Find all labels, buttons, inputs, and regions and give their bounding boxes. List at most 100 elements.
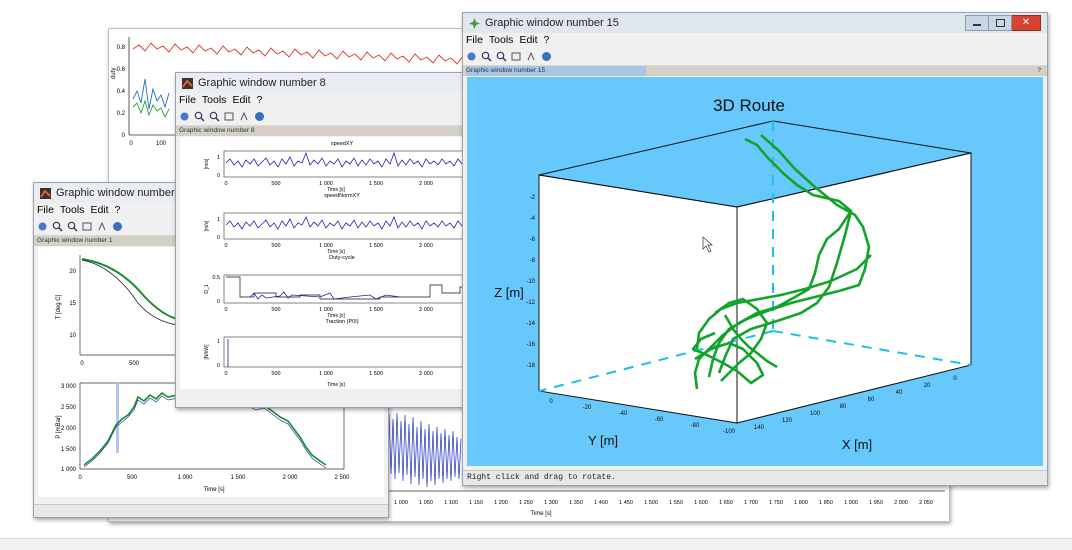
pressure-ylabel: P [mBar] xyxy=(56,415,62,439)
menu-help[interactable]: ? xyxy=(115,204,121,216)
zoom-out-icon[interactable] xyxy=(496,51,507,62)
menu-edit[interactable]: Edit xyxy=(519,34,537,46)
help-icon[interactable] xyxy=(541,51,552,62)
datatip-icon[interactable] xyxy=(511,51,522,62)
bottom-xtick: 1 650 xyxy=(719,500,733,506)
duty-ytick: 0.2 xyxy=(117,111,126,117)
window8-titlebar[interactable]: Graphic window number 8 xyxy=(176,73,476,93)
xtick: 500 xyxy=(271,307,280,313)
route-3d-chart: 3D Route Z [m] Y [m] X [m] -2 -4 -6 -8 -… xyxy=(494,96,972,452)
bottom-xtick: 1 850 xyxy=(819,500,833,506)
graphic-window-8[interactable]: Graphic window number 8 File Tools Edit … xyxy=(175,72,477,408)
bottom-xtick: 1 450 xyxy=(619,500,633,506)
temp-green-series xyxy=(81,258,179,320)
zoom-in-icon[interactable] xyxy=(194,111,205,122)
menu-edit[interactable]: Edit xyxy=(232,94,250,106)
window15-titlebar[interactable]: Graphic window number 15 ✕ xyxy=(463,13,1047,33)
window15-menubar: File Tools Edit ? xyxy=(463,33,1047,47)
data-cursor[interactable] xyxy=(116,383,119,453)
speednorm-ytick: 1 xyxy=(217,217,220,223)
editor-icon[interactable] xyxy=(97,221,108,232)
xtick: 1 500 xyxy=(369,243,383,249)
window15-title: Graphic window number 15 xyxy=(485,17,619,29)
z-tick: -4 xyxy=(530,216,536,222)
menu-help[interactable]: ? xyxy=(544,34,550,46)
menu-file[interactable]: File xyxy=(466,34,483,46)
duty-cycle-title: Duty-cycle xyxy=(329,255,355,261)
duty-cycle-ytick: 0.5 xyxy=(212,275,220,281)
bottom-xtick: 1 900 xyxy=(844,500,858,506)
temp-xtick: 500 xyxy=(129,361,140,367)
bottom-xtick: 1 000 xyxy=(394,500,408,506)
zoom-in-icon[interactable] xyxy=(481,51,492,62)
window8-infobar: Graphic window number 8 xyxy=(176,126,476,136)
x-tick: 40 xyxy=(896,390,903,396)
menu-tools[interactable]: Tools xyxy=(489,34,514,46)
info-help[interactable]: ? xyxy=(1037,66,1041,76)
y-tick: -20 xyxy=(583,405,592,411)
temperature-plot: 20 15 10 0 500 T [deg C] xyxy=(56,255,179,367)
bottom-xtick: 1 150 xyxy=(469,500,483,506)
editor-icon[interactable] xyxy=(239,111,250,122)
rotate-icon[interactable] xyxy=(37,221,48,232)
duty-ytick: 0.8 xyxy=(117,45,126,51)
z-tick: -10 xyxy=(526,279,535,285)
close-button[interactable]: ✕ xyxy=(1012,15,1041,31)
duty-xtick: 0 xyxy=(129,141,133,147)
rotate-icon[interactable] xyxy=(466,51,477,62)
editor-icon[interactable] xyxy=(526,51,537,62)
pressure-ytick: 1 000 xyxy=(61,467,77,473)
z-tick: -18 xyxy=(526,363,535,369)
xtick: 1 500 xyxy=(369,181,383,187)
z-tick: -12 xyxy=(526,300,535,306)
pressure-xtick: 2 500 xyxy=(334,475,350,481)
traction-ylabel: [N/kW] xyxy=(204,344,210,360)
z-ticks: -2 -4 -6 -8 -10 -12 -14 -16 -18 xyxy=(526,195,535,369)
window8-plot-area[interactable]: speedXY 1 0 [m/s] Time [s] speedNormXY 1… xyxy=(180,137,473,389)
xtick: 2 000 xyxy=(419,307,433,313)
datatip-icon[interactable] xyxy=(82,221,93,232)
maximize-button[interactable] xyxy=(989,15,1012,31)
pressure-xtick: 500 xyxy=(127,475,138,481)
xtick: 1 000 xyxy=(319,307,333,313)
rotate-icon[interactable] xyxy=(179,111,190,122)
xtick: 500 xyxy=(271,243,280,249)
menu-file[interactable]: File xyxy=(179,94,196,106)
window15-statusbar: Right click and drag to rotate. xyxy=(463,470,1047,485)
zoom-out-icon[interactable] xyxy=(67,221,78,232)
zoom-in-icon[interactable] xyxy=(52,221,63,232)
speedxy-ylabel: [m/s] xyxy=(204,158,210,169)
zoom-out-icon[interactable] xyxy=(209,111,220,122)
traction-ytick: 0 xyxy=(217,363,220,369)
bottom-xtick: 1 700 xyxy=(744,500,758,506)
chart-title: 3D Route xyxy=(713,96,785,115)
speednorm-ylabel: [m/s] xyxy=(204,220,210,231)
window8-menubar: File Tools Edit ? xyxy=(176,93,476,107)
menu-edit[interactable]: Edit xyxy=(90,204,108,216)
duty-xtick: 100 xyxy=(156,141,167,147)
help-icon[interactable] xyxy=(112,221,123,232)
window15-info-text: Graphic window number 15 xyxy=(466,66,646,76)
route-3d-canvas[interactable]: 3D Route Z [m] Y [m] X [m] -2 -4 -6 -8 -… xyxy=(467,77,1043,466)
pressure-xlabel: Time [s] xyxy=(203,487,224,493)
x-tick: 140 xyxy=(754,425,765,431)
minimize-button[interactable] xyxy=(965,15,989,31)
datatip-icon[interactable] xyxy=(224,111,235,122)
bottom-xtick: 1 350 xyxy=(569,500,583,506)
menu-help[interactable]: ? xyxy=(257,94,263,106)
bottom-xtick: 2 000 xyxy=(894,500,908,506)
bottom-xtick: 2 050 xyxy=(919,500,933,506)
menu-file[interactable]: File xyxy=(37,204,54,216)
z-tick: -2 xyxy=(530,195,536,201)
help-icon[interactable] xyxy=(254,111,265,122)
graphic-window-15[interactable]: Graphic window number 15 ✕ File Tools Ed… xyxy=(462,12,1048,486)
pressure-xtick: 2 000 xyxy=(282,475,298,481)
duty-red-series xyxy=(132,42,470,65)
x-tick: 60 xyxy=(868,397,875,403)
window1-statusbar xyxy=(34,504,388,517)
menu-tools[interactable]: Tools xyxy=(202,94,227,106)
xtick: 1 000 xyxy=(319,243,333,249)
menu-tools[interactable]: Tools xyxy=(60,204,85,216)
scilab-icon xyxy=(469,17,480,29)
xtick: 0 xyxy=(224,371,227,377)
